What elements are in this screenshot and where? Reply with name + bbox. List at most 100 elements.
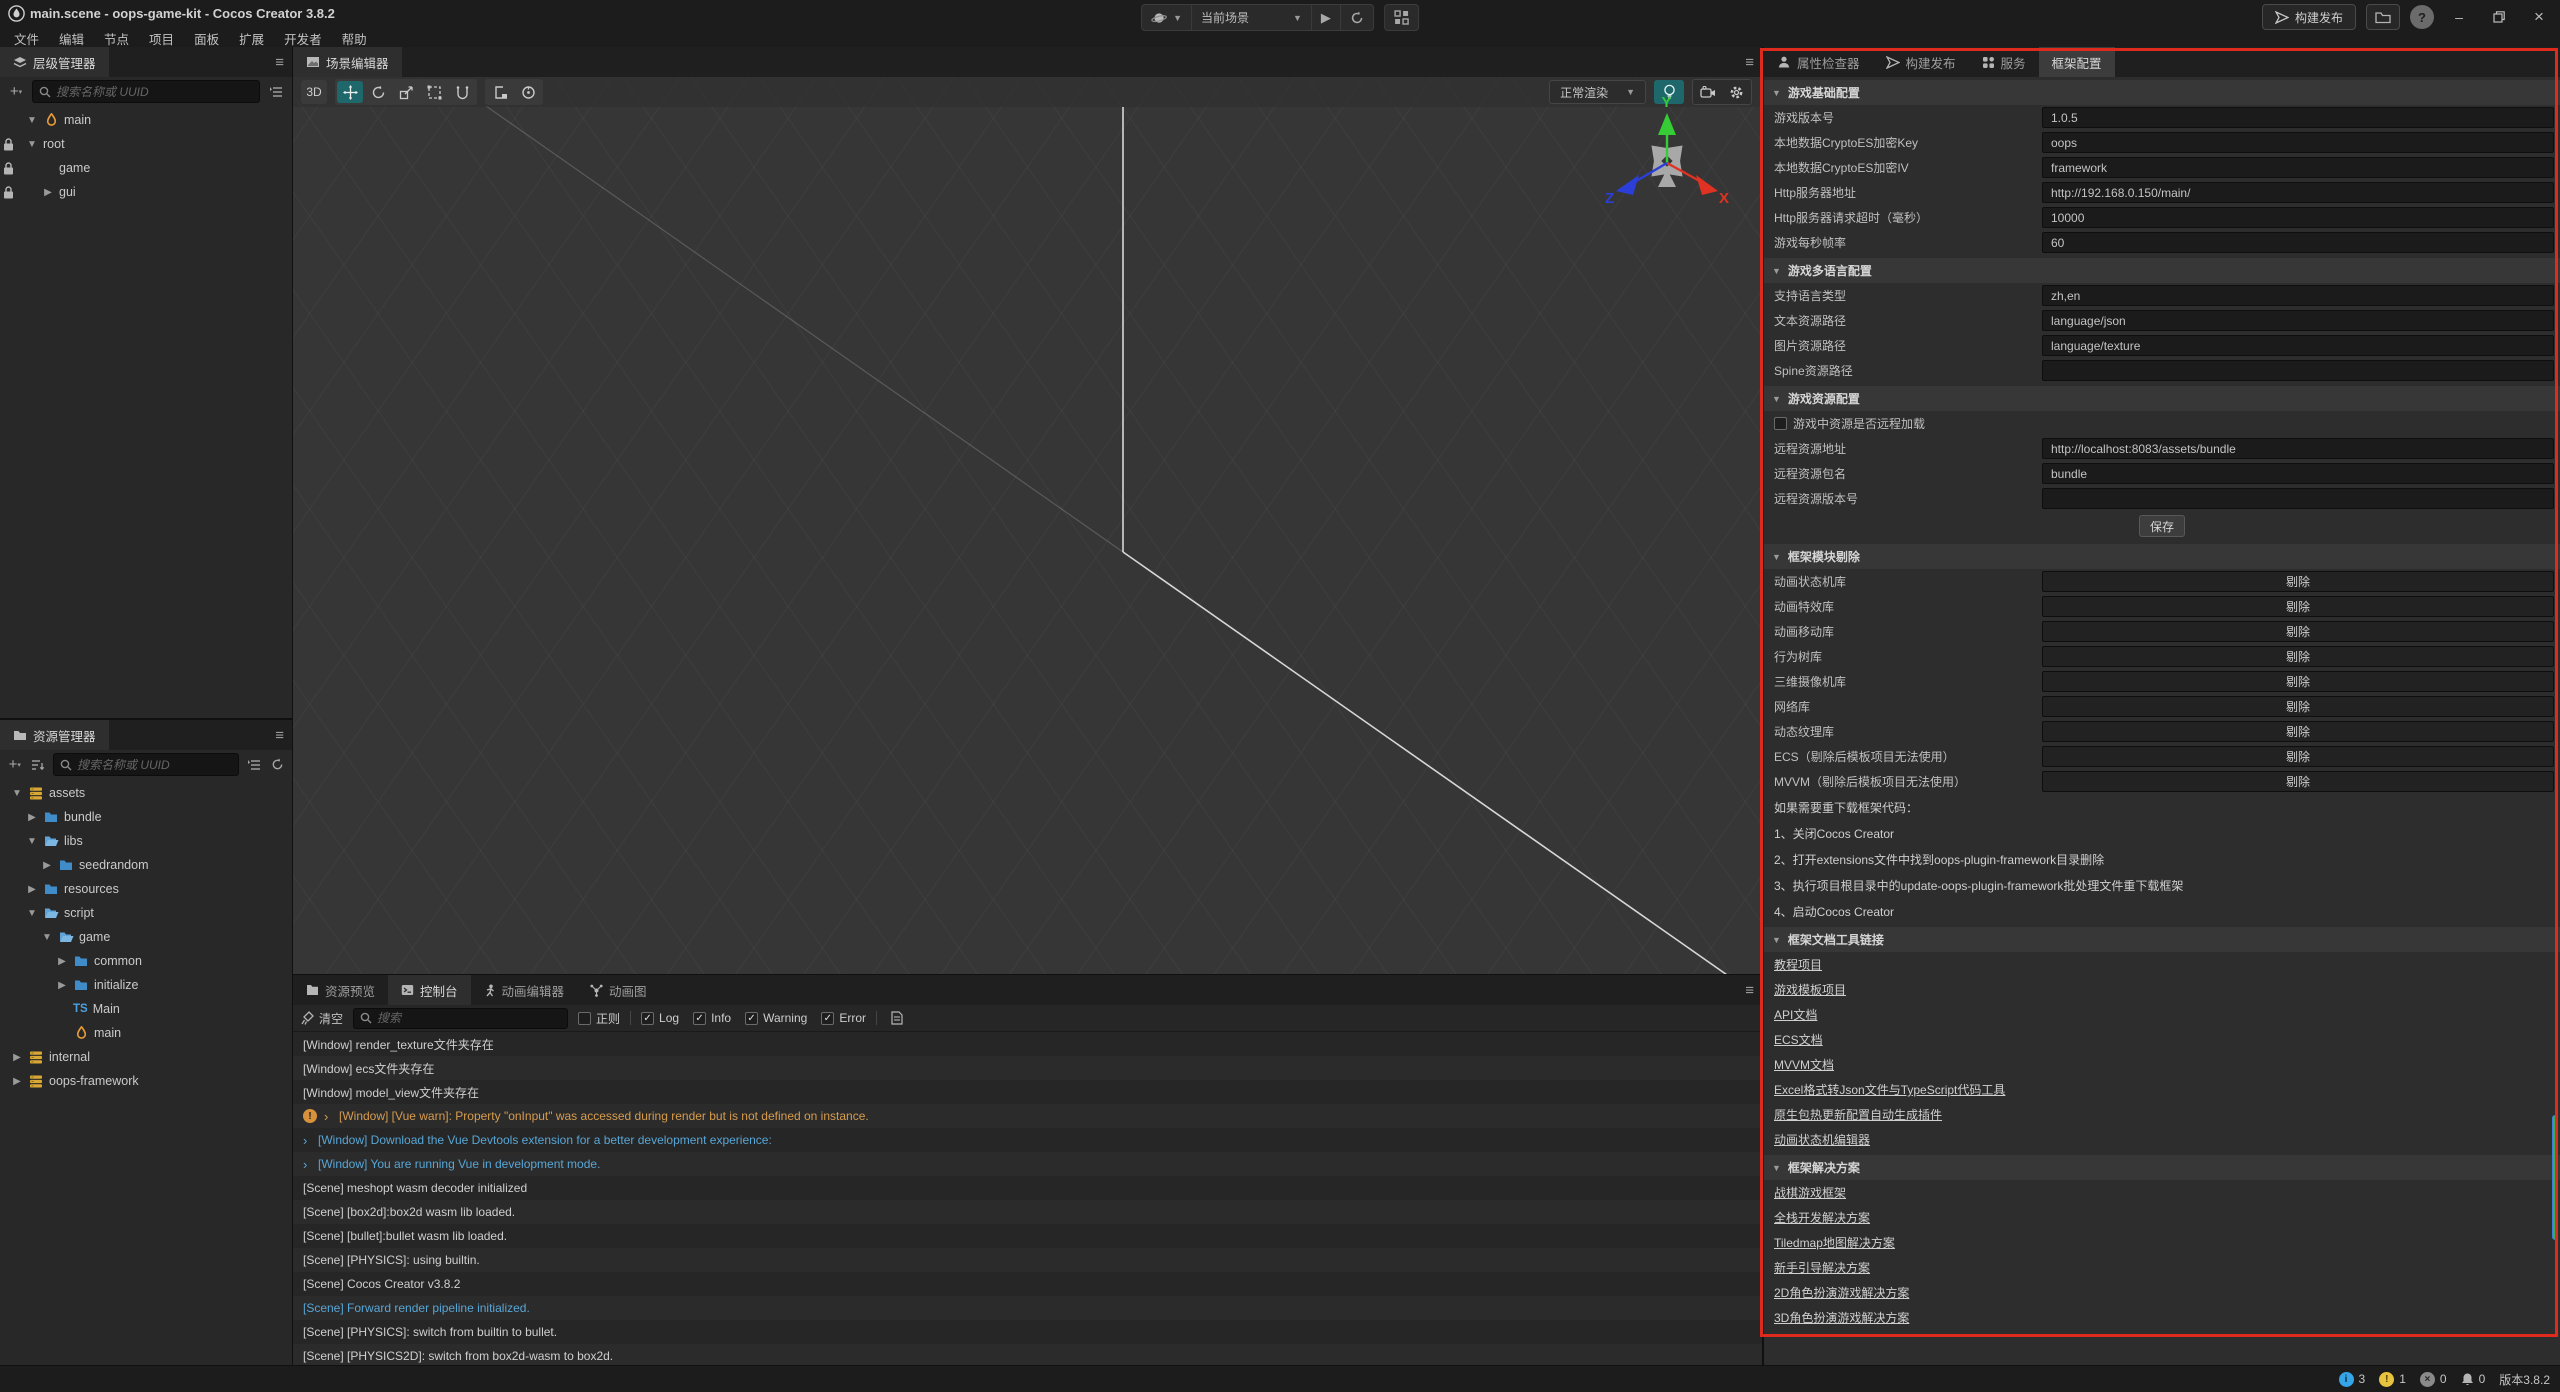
asset-node[interactable]: ▶initialize xyxy=(0,973,292,997)
assets-search[interactable] xyxy=(53,753,239,776)
field-input[interactable] xyxy=(2042,157,2554,178)
section-header[interactable]: ▼框架模块剔除 xyxy=(1764,544,2560,569)
move-tool-button[interactable] xyxy=(337,81,363,103)
doc-link[interactable]: 游戏模板项目 xyxy=(1774,981,1846,998)
hierarchy-filter-icon[interactable] xyxy=(266,82,286,102)
expander-icon[interactable]: ▶ xyxy=(42,187,54,198)
menu-item-编辑[interactable]: 编辑 xyxy=(49,27,94,47)
help-button[interactable]: ? xyxy=(2410,5,2434,29)
tab-服务[interactable]: 服务 xyxy=(1969,47,2039,77)
doc-link[interactable]: 3D角色扮演游戏解决方案 xyxy=(1774,1309,1909,1326)
trim-delete-button[interactable]: 剔除 xyxy=(2042,721,2554,742)
asset-node[interactable]: ▼game xyxy=(0,925,292,949)
tab-动画编辑器[interactable]: 动画编辑器 xyxy=(471,975,578,1005)
tab-属性检查器[interactable]: 属性检查器 xyxy=(1764,47,1873,77)
doc-link[interactable]: ECS文档 xyxy=(1774,1031,1823,1048)
rect-tool-button[interactable] xyxy=(421,81,447,103)
tab-资源预览[interactable]: 资源预览 xyxy=(293,975,388,1005)
trim-delete-button[interactable]: 剔除 xyxy=(2042,696,2554,717)
panel-menu-icon[interactable]: ≡ xyxy=(275,54,284,71)
doc-link[interactable]: Tiledmap地图解决方案 xyxy=(1774,1234,1895,1251)
expander-icon[interactable]: ▶ xyxy=(11,1076,23,1087)
field-input[interactable] xyxy=(2042,285,2554,306)
grid-snap-button[interactable] xyxy=(515,81,541,103)
console-search-input[interactable] xyxy=(377,1011,561,1025)
expander-icon[interactable]: ▶ xyxy=(26,812,38,823)
tab-控制台[interactable]: 控制台 xyxy=(388,975,471,1005)
menu-item-文件[interactable]: 文件 xyxy=(4,27,49,47)
doc-link[interactable]: MVVM文档 xyxy=(1774,1056,1834,1073)
status-error[interactable]: × 0 xyxy=(2420,1372,2447,1387)
field-input[interactable] xyxy=(2042,463,2554,484)
menu-item-节点[interactable]: 节点 xyxy=(94,27,139,47)
filter-checkbox-box[interactable]: ✓ xyxy=(693,1012,706,1025)
asset-node[interactable]: ▼libs xyxy=(0,829,292,853)
field-input[interactable] xyxy=(2042,232,2554,253)
doc-link[interactable]: 新手引导解决方案 xyxy=(1774,1259,1870,1276)
status-warning[interactable]: ! 1 xyxy=(2379,1372,2406,1387)
menu-item-开发者[interactable]: 开发者 xyxy=(274,27,332,47)
asset-node[interactable]: ▶bundle xyxy=(0,805,292,829)
hierarchy-node[interactable]: ▶gui xyxy=(0,180,292,204)
field-input[interactable] xyxy=(2042,207,2554,228)
regex-checkbox[interactable]: 正则 xyxy=(578,1010,620,1027)
log-file-button[interactable] xyxy=(887,1008,907,1028)
log-row[interactable]: !›[Window] [Vue warn]: Property "onInput… xyxy=(293,1104,1762,1128)
doc-link[interactable]: API文档 xyxy=(1774,1006,1817,1023)
expander-icon[interactable]: ▶ xyxy=(56,956,68,967)
rotate-tool-button[interactable] xyxy=(365,81,391,103)
close-button[interactable]: × xyxy=(2524,4,2554,30)
assets-search-input[interactable] xyxy=(77,758,232,772)
trim-delete-button[interactable]: 剔除 xyxy=(2042,621,2554,642)
scrollbar-thumb[interactable] xyxy=(2552,1115,2558,1240)
expander-icon[interactable]: ▼ xyxy=(26,115,38,126)
snap-settings-button[interactable] xyxy=(487,81,513,103)
asset-node[interactable]: ▶seedrandom xyxy=(0,853,292,877)
section-header[interactable]: ▼框架解决方案 xyxy=(1764,1155,2560,1180)
console-clear-button[interactable]: 清空 xyxy=(301,1010,343,1027)
doc-link[interactable]: 战棋游戏框架 xyxy=(1774,1184,1846,1201)
3d-toggle-button[interactable]: 3D xyxy=(301,80,327,104)
menu-item-帮助[interactable]: 帮助 xyxy=(332,27,377,47)
field-input[interactable] xyxy=(2042,310,2554,331)
scale-tool-button[interactable] xyxy=(393,81,419,103)
field-input[interactable] xyxy=(2042,360,2554,381)
filter-checkbox-box[interactable]: ✓ xyxy=(745,1012,758,1025)
doc-link[interactable]: 全栈开发解决方案 xyxy=(1774,1209,1870,1226)
trim-delete-button[interactable]: 剔除 xyxy=(2042,646,2554,667)
regex-checkbox-box[interactable] xyxy=(578,1012,591,1025)
panel-menu-icon[interactable]: ≡ xyxy=(275,727,284,744)
remote-load-checkbox[interactable] xyxy=(1774,417,1787,430)
asset-node[interactable]: ▶resources xyxy=(0,877,292,901)
doc-link[interactable]: 教程项目 xyxy=(1774,956,1822,973)
open-project-folder-button[interactable] xyxy=(2366,4,2400,30)
reload-button[interactable] xyxy=(1341,5,1373,30)
filter-checkbox-box[interactable]: ✓ xyxy=(821,1012,834,1025)
trim-delete-button[interactable]: 剔除 xyxy=(2042,571,2554,592)
refresh-assets-icon[interactable] xyxy=(269,755,287,775)
tab-scene-editor[interactable]: 场景编辑器 xyxy=(293,47,402,77)
status-notifications[interactable]: 0 xyxy=(2461,1372,2486,1386)
asset-node[interactable]: main xyxy=(0,1021,292,1045)
panel-menu-icon[interactable]: ≡ xyxy=(1745,982,1754,999)
tab-hierarchy[interactable]: 层级管理器 xyxy=(0,47,109,77)
log-row[interactable]: ›[Window] You are running Vue in develop… xyxy=(293,1152,1762,1176)
trim-delete-button[interactable]: 剔除 xyxy=(2042,671,2554,692)
trim-delete-button[interactable]: 剔除 xyxy=(2042,596,2554,617)
field-input[interactable] xyxy=(2042,488,2554,509)
section-header[interactable]: ▼框架文档工具链接 xyxy=(1764,927,2560,952)
tab-assets[interactable]: 资源管理器 xyxy=(0,720,109,750)
section-header[interactable]: ▼游戏多语言配置 xyxy=(1764,258,2560,283)
asset-node[interactable]: ▼assets xyxy=(0,781,292,805)
log-row[interactable]: ›[Window] Download the Vue Devtools exte… xyxy=(293,1128,1762,1152)
field-input[interactable] xyxy=(2042,438,2554,459)
trim-delete-button[interactable]: 剔除 xyxy=(2042,746,2554,767)
expander-icon[interactable]: ▶ xyxy=(56,980,68,991)
sort-assets-icon[interactable] xyxy=(30,755,48,775)
preview-device-button[interactable] xyxy=(1385,5,1418,30)
orientation-gizmo[interactable]: Y X Z xyxy=(1602,91,1732,221)
asset-node[interactable]: ▶internal xyxy=(0,1045,292,1069)
hierarchy-search[interactable] xyxy=(32,80,260,103)
field-input[interactable] xyxy=(2042,107,2554,128)
build-publish-button[interactable]: 构建发布 xyxy=(2262,4,2356,30)
